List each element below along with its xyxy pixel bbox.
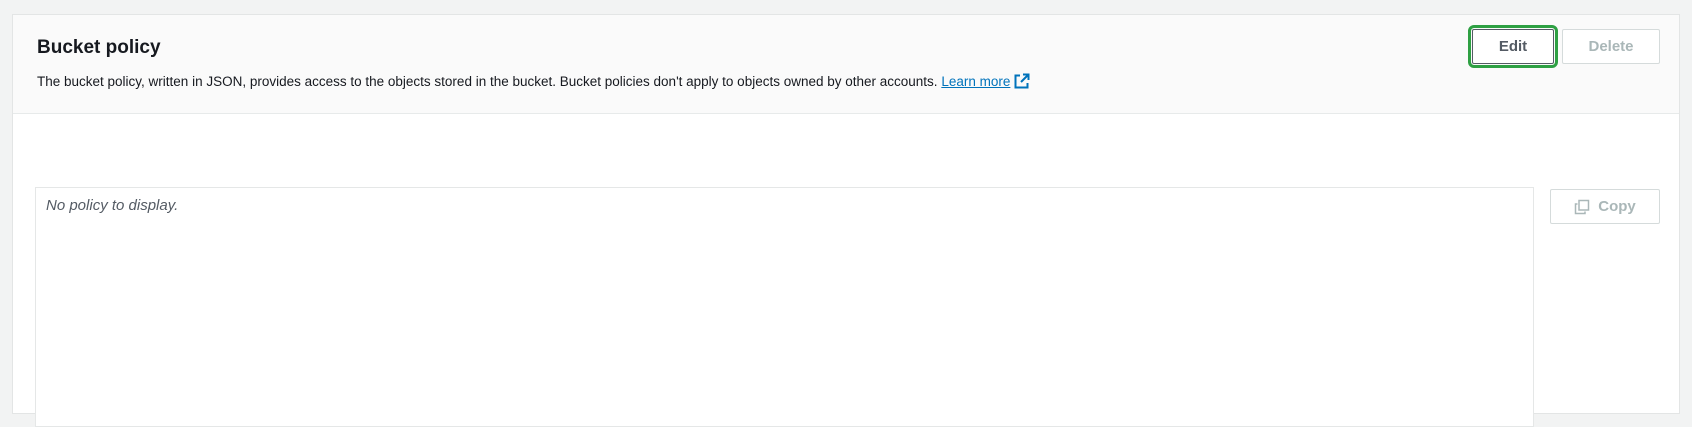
policy-viewer[interactable]: No policy to display. xyxy=(35,187,1534,427)
copy-icon xyxy=(1574,199,1590,215)
section-description: The bucket policy, written in JSON, prov… xyxy=(37,73,1030,89)
delete-button[interactable]: Delete xyxy=(1562,29,1660,64)
page-title: Bucket policy xyxy=(37,37,161,58)
copy-label: Copy xyxy=(1598,198,1636,215)
description-text: The bucket policy, written in JSON, prov… xyxy=(37,74,938,89)
external-link-icon[interactable] xyxy=(1014,73,1030,89)
edit-button[interactable]: Edit xyxy=(1468,25,1558,68)
copy-button[interactable]: Copy xyxy=(1550,189,1660,224)
learn-more-label: Learn more xyxy=(941,74,1011,89)
policy-empty-text: No policy to display. xyxy=(46,197,179,214)
panel-header: Bucket policy The bucket policy, written… xyxy=(13,15,1679,114)
learn-more-link[interactable]: Learn more xyxy=(941,74,1010,89)
bucket-policy-panel: Bucket policy The bucket policy, written… xyxy=(12,14,1680,427)
